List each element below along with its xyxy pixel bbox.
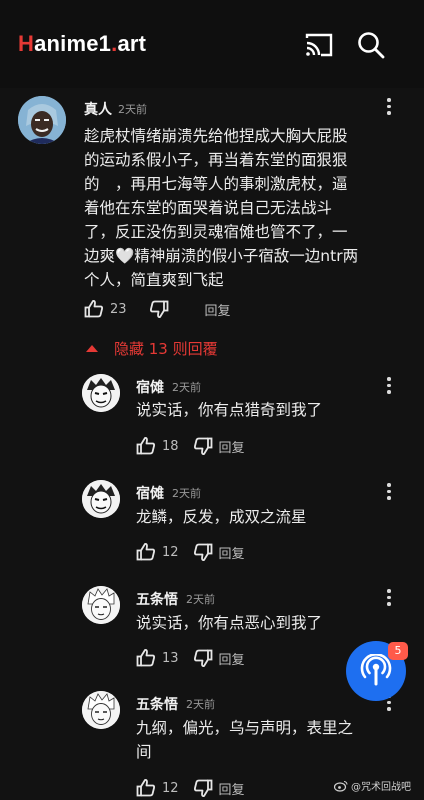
like-count: 12 — [162, 780, 179, 796]
like-count: 18 — [162, 438, 179, 454]
reply-time: 2天前 — [172, 381, 201, 394]
like-count: 23 — [110, 301, 127, 317]
reply-actions: 18 回复 — [136, 434, 245, 458]
more-options-icon[interactable] — [386, 589, 392, 609]
avatar[interactable] — [18, 96, 66, 144]
like-icon[interactable] — [136, 648, 156, 668]
sukuna-avatar-icon — [82, 480, 120, 518]
more-options-icon[interactable] — [386, 377, 392, 397]
reply-body: 九纲，偏光，乌与声明，表里之 间 — [136, 719, 354, 761]
more-options-icon[interactable] — [386, 483, 392, 503]
comment-time: 2天前 — [118, 103, 147, 116]
gojo-avatar-icon — [82, 586, 120, 624]
reply-actions: 12 回复 — [136, 776, 245, 800]
dislike-icon[interactable] — [149, 299, 169, 319]
like-icon[interactable] — [84, 299, 104, 319]
reply-time: 2天前 — [172, 487, 201, 500]
avatar[interactable] — [82, 374, 120, 412]
watermark: @咒术回战吧 — [334, 778, 411, 793]
like-icon[interactable] — [136, 436, 156, 456]
gojo-avatar-icon — [82, 691, 120, 729]
reply-button[interactable]: 回复 — [219, 649, 245, 668]
comment-username[interactable]: 真人 — [84, 99, 112, 119]
reply-username[interactable]: 宿傩 — [136, 377, 164, 397]
reply-button[interactable]: 回复 — [219, 543, 245, 562]
dislike-icon[interactable] — [193, 542, 213, 562]
sukuna-avatar-icon — [82, 374, 120, 412]
reply-button[interactable]: 回复 — [205, 300, 231, 319]
hidden-replies-toggle[interactable]: 隐藏 13 则回覆 — [86, 336, 218, 360]
reply-username[interactable]: 五条悟 — [136, 694, 178, 714]
comment-body: 趁虎杖情绪崩溃先给他捏成大胸大屁股 的运动系假小子，再当着东堂的面狠狠 的 ，再… — [84, 127, 359, 289]
like-icon[interactable] — [136, 778, 156, 798]
reply-username[interactable]: 五条悟 — [136, 589, 178, 609]
reply-time: 2天前 — [186, 698, 215, 711]
reply-time: 2天前 — [186, 593, 215, 606]
reply-actions: 13 回复 — [136, 646, 245, 670]
like-icon[interactable] — [136, 542, 156, 562]
caret-up-icon — [86, 344, 98, 352]
reply-button[interactable]: 回复 — [219, 779, 245, 798]
reply-username[interactable]: 宿傩 — [136, 483, 164, 503]
more-options-icon[interactable] — [386, 98, 392, 118]
dislike-icon[interactable] — [193, 648, 213, 668]
podcast-icon — [360, 654, 392, 686]
avatar[interactable] — [82, 691, 120, 729]
weibo-icon — [334, 780, 348, 792]
like-count: 12 — [162, 544, 179, 560]
reply-body: 龙鳞，反发，成双之流星 — [136, 508, 307, 526]
main-comment: 真人 2天前 趁虎杖情绪崩溃先给他捏成大胸大屁股 的运动系假小子，再当着东堂的面… — [0, 0, 424, 330]
avatar[interactable] — [82, 480, 120, 518]
reply-body: 说实话，你有点恶心到我了 — [136, 614, 323, 632]
notification-badge: 5 — [388, 642, 408, 660]
reply-button[interactable]: 回复 — [219, 437, 245, 456]
dislike-icon[interactable] — [193, 778, 213, 798]
like-count: 13 — [162, 650, 179, 666]
reply-actions: 12 回复 — [136, 540, 245, 564]
comment-actions: 23 回复 — [84, 297, 231, 321]
dislike-icon[interactable] — [193, 436, 213, 456]
reply-body: 说实话，你有点猎奇到我了 — [136, 401, 323, 419]
avatar[interactable] — [82, 586, 120, 624]
mahito-avatar-icon — [18, 96, 66, 144]
